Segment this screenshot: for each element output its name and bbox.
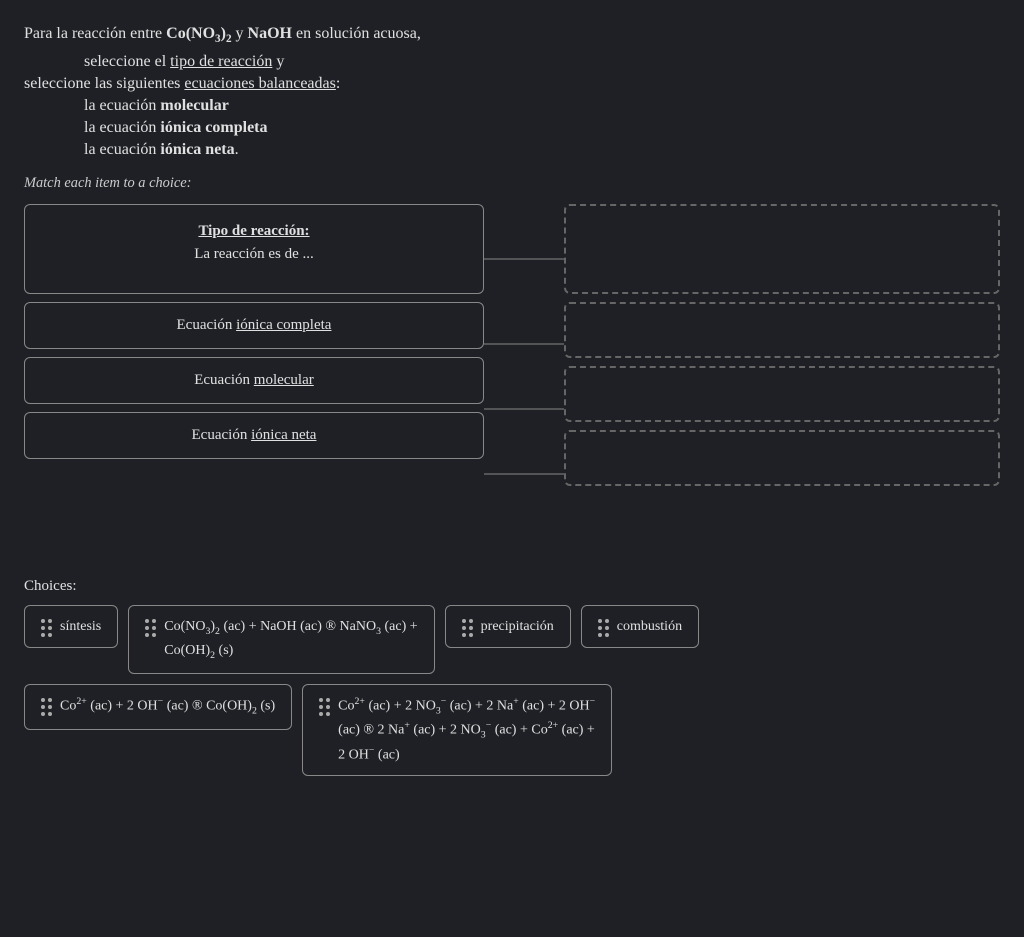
choice-equation2[interactable]: Co2+ (ac) + 2 OH− (ac) ® Co(OH)2 (s) bbox=[24, 684, 292, 730]
left-box-molecular[interactable]: Ecuación molecular bbox=[24, 357, 484, 404]
match-label: Match each item to a choice: bbox=[24, 175, 1000, 192]
connector-lines bbox=[484, 204, 564, 554]
eq3-text: Co2+ (ac) + 2 NO3− (ac) + 2 Na+ (ac) + 2… bbox=[338, 695, 595, 765]
compound2: NaOH bbox=[248, 25, 292, 42]
left-box-ionica-neta[interactable]: Ecuación iónica neta bbox=[24, 412, 484, 459]
ecuaciones-link: ecuaciones balanceadas bbox=[184, 75, 335, 92]
molecular-box-label: molecular bbox=[254, 372, 314, 388]
choices-section: Choices: síntesis Co(NO3)2 (ac) + NaOH (… bbox=[24, 578, 1000, 776]
left-box-tipo[interactable]: Tipo de reacción: La reacción es de ... bbox=[24, 204, 484, 294]
eq2-text: Co2+ (ac) + 2 OH− (ac) ® Co(OH)2 (s) bbox=[60, 695, 275, 719]
choice-equation1[interactable]: Co(NO3)2 (ac) + NaOH (ac) ® NaNO3 (ac) +… bbox=[128, 605, 434, 674]
choices-label: Choices: bbox=[24, 578, 1000, 595]
left-box-ionica-completa[interactable]: Ecuación iónica completa bbox=[24, 302, 484, 349]
intro-line2: seleccione el tipo de reacción y bbox=[24, 53, 1000, 71]
precipitacion-text: precipitación bbox=[481, 616, 554, 637]
right-drop-2[interactable] bbox=[564, 302, 1000, 358]
ionica-completa-box-label: iónica completa bbox=[236, 317, 331, 333]
intro-section: Para la reacción entre Co(NO3)2 y NaOH e… bbox=[24, 20, 1000, 159]
eq1-text: Co(NO3)2 (ac) + NaOH (ac) ® NaNO3 (ac) +… bbox=[164, 616, 417, 663]
choices-row2: Co2+ (ac) + 2 OH− (ac) ® Co(OH)2 (s) Co2… bbox=[24, 684, 1000, 776]
intro-line6: la ecuación iónica neta. bbox=[24, 141, 1000, 159]
combustion-text: combustión bbox=[617, 616, 682, 637]
choice-precipitacion[interactable]: precipitación bbox=[445, 605, 571, 648]
intro-post: en solución acuosa, bbox=[296, 25, 421, 42]
right-drop-3[interactable] bbox=[564, 366, 1000, 422]
drag-handle-comb bbox=[598, 616, 609, 637]
ionica-neta-box-label: iónica neta bbox=[251, 427, 316, 443]
ionica-completa-text: iónica completa bbox=[160, 119, 267, 136]
sintesis-text: síntesis bbox=[60, 616, 101, 637]
right-drop-1[interactable] bbox=[564, 204, 1000, 294]
choice-combustion[interactable]: combustión bbox=[581, 605, 699, 648]
compound1: Co(NO3)2 bbox=[166, 25, 231, 42]
intro-line3: seleccione las siguientes ecuaciones bal… bbox=[24, 75, 1000, 93]
ionica-neta-text: iónica neta bbox=[160, 141, 234, 158]
tipo-box-line2: La reacción es de ... bbox=[45, 246, 463, 263]
right-drop-4[interactable] bbox=[564, 430, 1000, 486]
tipo-reaccion-link: tipo de reacción bbox=[170, 53, 272, 70]
choice-sintesis[interactable]: síntesis bbox=[24, 605, 118, 648]
drag-handle-eq3 bbox=[319, 695, 330, 716]
drag-handle-prec bbox=[462, 616, 473, 637]
matching-wrapper: Tipo de reacción: La reacción es de ... … bbox=[24, 204, 1000, 554]
right-items bbox=[564, 204, 1000, 486]
intro-line1: Para la reacción entre Co(NO3)2 y NaOH e… bbox=[24, 20, 1000, 49]
drag-handle-sintesis bbox=[41, 616, 52, 637]
drag-handle-eq2 bbox=[41, 695, 52, 716]
drag-handle-eq1 bbox=[145, 616, 156, 637]
molecular-text: molecular bbox=[160, 97, 228, 114]
intro-mid: y bbox=[236, 25, 248, 42]
choice-equation3[interactable]: Co2+ (ac) + 2 NO3− (ac) + 2 Na+ (ac) + 2… bbox=[302, 684, 612, 776]
choices-row1: síntesis Co(NO3)2 (ac) + NaOH (ac) ® NaN… bbox=[24, 605, 1000, 674]
tipo-box-line1: Tipo de reacción: bbox=[45, 223, 463, 240]
intro-line1-pre: Para la reacción entre bbox=[24, 25, 166, 42]
intro-line4: la ecuación molecular bbox=[24, 97, 1000, 115]
left-items: Tipo de reacción: La reacción es de ... … bbox=[24, 204, 484, 459]
intro-line5: la ecuación iónica completa bbox=[24, 119, 1000, 137]
